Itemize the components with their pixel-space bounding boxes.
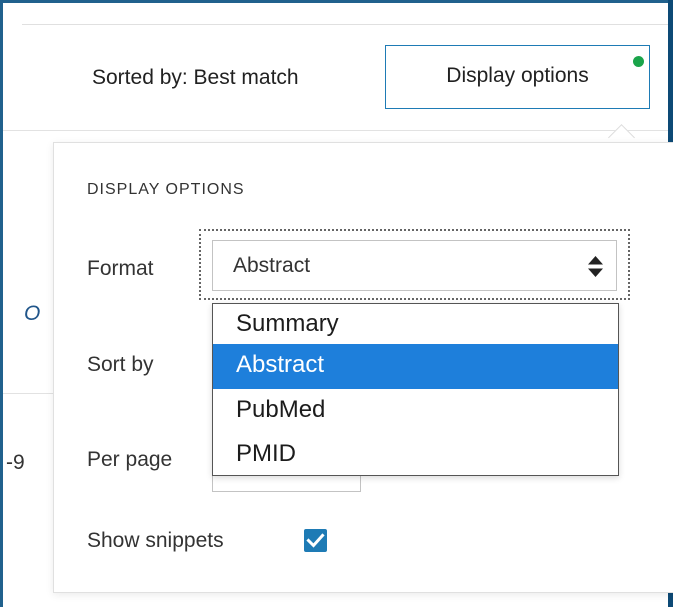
popover-title: DISPLAY OPTIONS <box>87 181 245 198</box>
format-options-dropdown: Summary Abstract PubMed PMID <box>212 303 619 476</box>
format-option-abstract[interactable]: Abstract <box>213 344 618 389</box>
display-options-button-label: Display options <box>446 64 589 87</box>
toolbar-divider <box>3 130 668 131</box>
window-left-border <box>0 0 3 607</box>
sorted-by-label[interactable]: Sorted by: Best match <box>92 66 299 90</box>
format-label: Format <box>87 257 154 280</box>
status-dot-icon <box>633 56 644 67</box>
show-snippets-checkbox[interactable] <box>304 529 327 552</box>
display-options-button[interactable]: Display options <box>385 45 650 109</box>
format-option-pubmed[interactable]: PubMed <box>213 389 618 434</box>
format-option-summary[interactable]: Summary <box>213 304 618 344</box>
up-down-caret-icon <box>588 256 603 277</box>
display-options-popover: DISPLAY OPTIONS Format Abstract Sort by … <box>53 142 673 593</box>
checkmark-icon <box>306 533 325 548</box>
window-top-border <box>0 0 673 3</box>
top-divider <box>22 24 668 25</box>
per-page-label: Per page <box>87 448 173 471</box>
format-option-pmid[interactable]: PMID <box>213 433 618 478</box>
background-text-fragment: -9 <box>6 451 25 474</box>
background-text-fragment: O <box>24 302 41 325</box>
result-divider <box>3 393 53 394</box>
format-select-value: Abstract <box>233 253 311 277</box>
show-snippets-label: Show snippets <box>87 529 224 552</box>
format-select[interactable]: Abstract <box>212 240 617 291</box>
sort-by-label: Sort by <box>87 353 154 376</box>
